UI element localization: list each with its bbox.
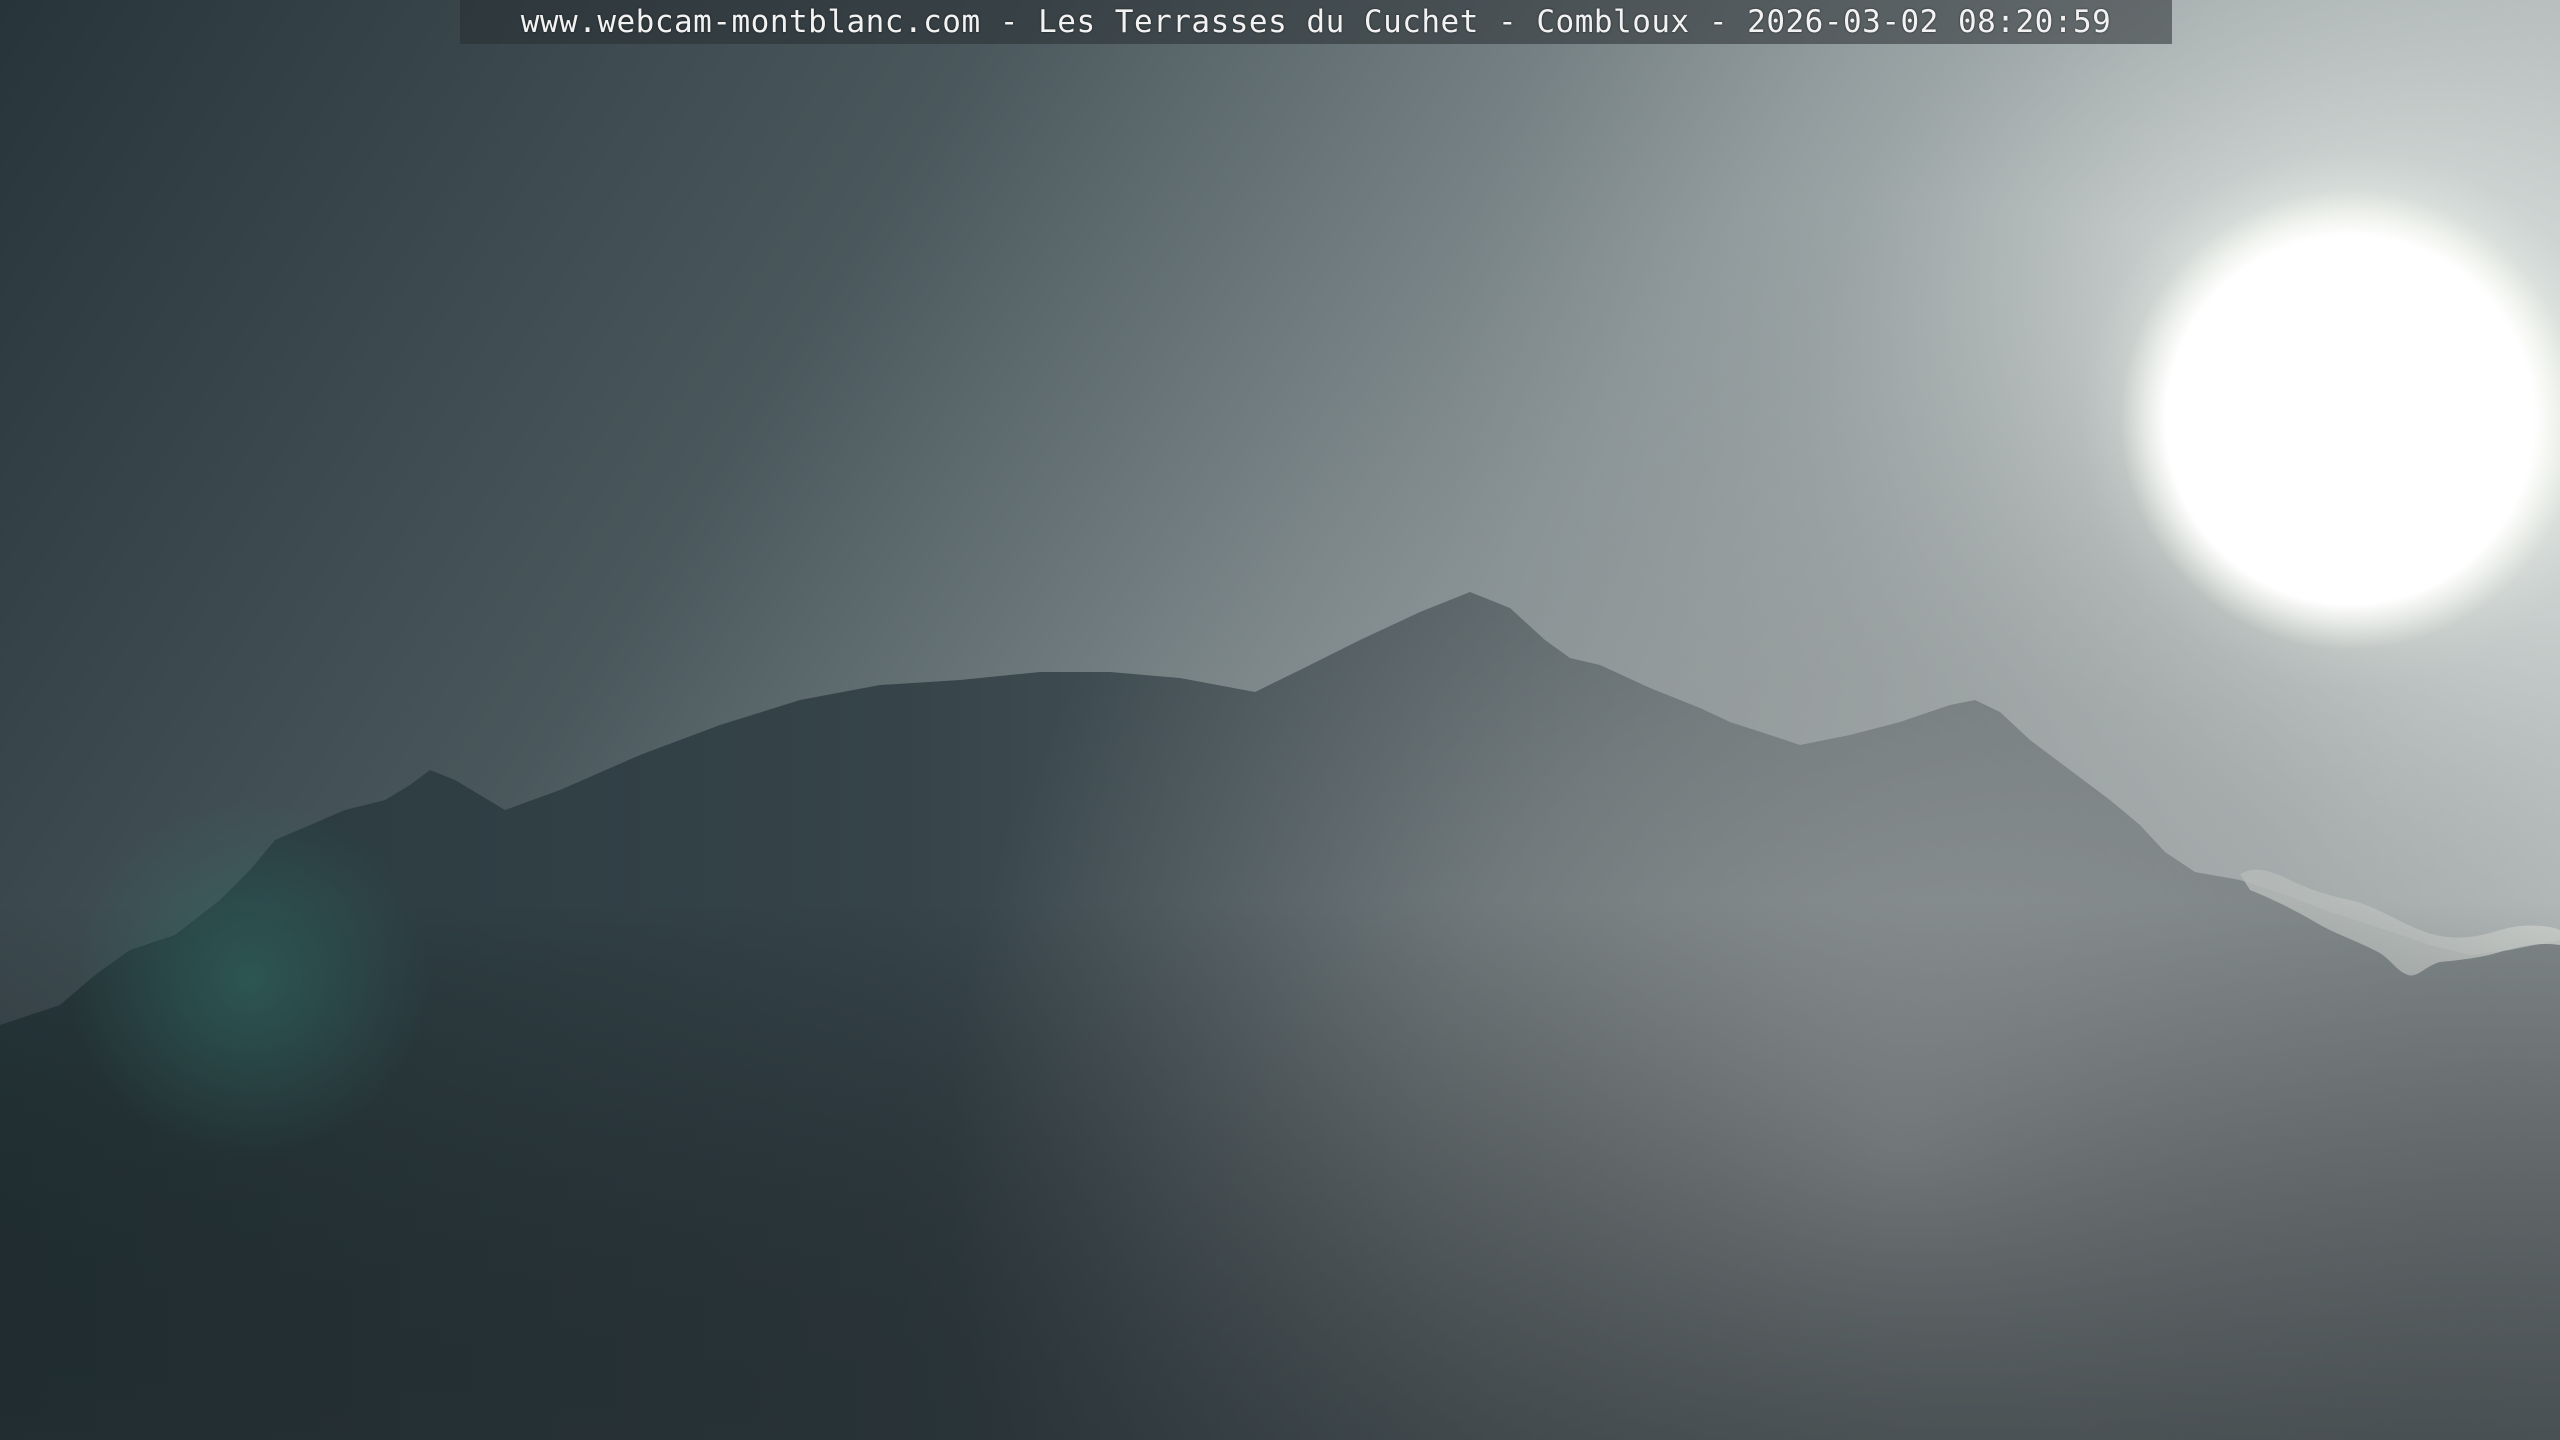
webcam-image: www.webcam-montblanc.com - Les Terrasses… [0, 0, 2560, 1440]
webcam-caption: www.webcam-montblanc.com - Les Terrasses… [520, 4, 2112, 40]
mountain-scene [0, 0, 2560, 1440]
timestamp-banner: www.webcam-montblanc.com - Les Terrasses… [460, 0, 2172, 44]
sun [2120, 190, 2560, 650]
lens-flare [70, 800, 430, 1160]
